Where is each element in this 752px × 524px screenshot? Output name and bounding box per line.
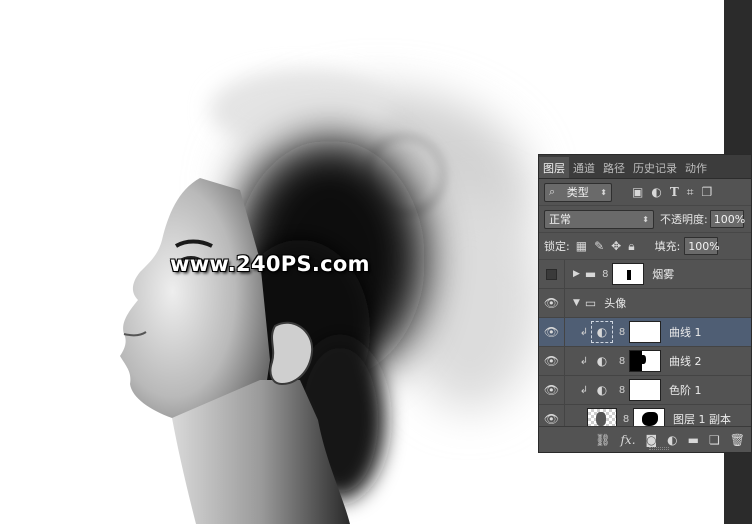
visibility-toggle[interactable]: 👁︎ [539,376,565,404]
group-mask-thumbnail[interactable] [612,263,645,285]
panel-tabbar: 图层 通道 路径 历史记录 动作 [539,155,751,179]
clip-arrow-icon: ↲ [579,384,589,396]
visibility-toggle[interactable]: 👁︎ [539,347,565,375]
layer-mask-thumbnail[interactable] [629,321,661,343]
folder-icon: ▭ [584,296,597,310]
smart-object-filter-icon[interactable]: ❐ [702,185,713,200]
filter-row: ⌕ 类型 ⬍ ▣ ◐ T ⌗ ❐ [539,179,751,206]
new-layer-icon[interactable]: ❏ [709,433,720,447]
opacity-label: 不透明度: [660,213,708,226]
resize-grip[interactable] [649,447,669,450]
layer-row-portrait[interactable]: 👁︎ ▼ ▭ 头像 [539,289,751,318]
expanded-arrow-icon[interactable]: ▼ [573,298,580,308]
clip-arrow-icon: ↲ [579,355,589,367]
filter-type-dropdown[interactable]: ⌕ 类型 ⬍ [544,182,612,202]
eye-icon: 👁︎ [543,412,560,426]
visibility-toggle[interactable] [539,260,565,288]
layer-name: 曲线 1 [669,326,702,339]
curves-adjustment-icon[interactable]: ◐ [591,321,613,343]
updown-arrows-icon: ⬍ [642,214,649,224]
layer-name: 图层 1 副本 [673,413,731,426]
visibility-toggle[interactable]: 👁︎ [539,289,565,317]
layers-list: ▶ ▬ 8 烟雾 👁︎ ▼ ▭ 头像 👁︎ ↲ ◐ 8 曲线 1 👁︎ ↲ ◐ … [539,260,751,434]
layer-row-curves-2[interactable]: 👁︎ ↲ ◐ 8 曲线 2 [539,347,751,376]
shape-filter-icon[interactable]: ⌗ [687,185,694,200]
eye-icon: 👁︎ [543,296,560,310]
text-filter-icon[interactable]: T [670,185,679,200]
blend-mode-dropdown[interactable]: 正常 ⬍ [544,209,654,229]
trash-icon[interactable]: 🗑︎ [730,433,745,447]
filter-type-label: 类型 [566,186,589,199]
panel-footer: ⛓︎ fx. ◙ ◐ ▬ ❏ 🗑︎ [539,426,751,452]
updown-arrows-icon: ⬍ [600,187,607,197]
layer-mask-thumbnail[interactable] [629,350,661,372]
search-icon: ⌕ [549,185,556,198]
curves-adjustment-icon[interactable]: ◐ [591,350,613,372]
folder-icon: ▬ [584,267,597,281]
opacity-input[interactable]: 100% [709,210,745,228]
link-icon: 8 [618,355,626,367]
watermark-text: www.240PS.com [170,252,370,276]
layer-row-smoke[interactable]: ▶ ▬ 8 烟雾 [539,260,751,289]
link-icon: 8 [602,268,609,280]
image-filter-icon[interactable]: ▣ [632,185,643,200]
fx-icon[interactable]: fx. [620,433,635,447]
tab-paths[interactable]: 路径 [599,157,629,178]
tab-actions[interactable]: 动作 [681,157,711,178]
eye-icon: 👁︎ [543,354,560,368]
layer-name: 曲线 2 [669,355,702,368]
eye-icon: 👁︎ [543,325,560,339]
visibility-toggle[interactable]: 👁︎ [539,318,565,346]
hidden-eye-icon [546,268,557,280]
lock-position-icon[interactable]: ✥ [611,239,621,253]
new-adjustment-icon[interactable]: ◐ [667,433,677,447]
lock-all-icon[interactable]: 🔒︎ [628,239,634,254]
tab-channels[interactable]: 通道 [569,157,599,178]
layer-name: 色阶 1 [669,384,702,397]
tab-layers[interactable]: 图层 [539,157,569,178]
lock-label: 锁定: [544,240,570,253]
lock-transparent-icon[interactable]: ▦ [576,239,587,253]
blend-mode-value: 正常 [549,213,571,226]
layer-row-curves-1[interactable]: 👁︎ ↲ ◐ 8 曲线 1 [539,318,751,347]
layer-name: 头像 [604,297,627,310]
layer-mask-thumbnail[interactable] [629,379,661,401]
eye-icon: 👁︎ [543,383,560,397]
tab-history[interactable]: 历史记录 [629,157,681,178]
link-layers-icon[interactable]: ⛓︎ [595,433,610,447]
fill-input[interactable]: 100% [684,237,720,255]
lock-pixels-icon[interactable]: ✎ [594,239,604,253]
lock-row: 锁定: ▦ ✎ ✥ 🔒︎ 填充: 100% [539,233,751,260]
layer-row-levels-1[interactable]: 👁︎ ↲ ◐ 8 色阶 1 [539,376,751,405]
adjustment-filter-icon[interactable]: ◐ [651,185,661,200]
levels-adjustment-icon[interactable]: ◐ [591,379,613,401]
collapsed-arrow-icon[interactable]: ▶ [573,269,580,279]
fill-label: 填充: [654,240,681,253]
link-icon: 8 [622,413,630,425]
layer-name: 烟雾 [652,268,675,281]
new-group-icon[interactable]: ▬ [688,433,699,447]
clip-arrow-icon: ↲ [579,326,589,338]
link-icon: 8 [618,384,626,396]
blend-row: 正常 ⬍ 不透明度: 100% [539,206,751,233]
link-icon: 8 [618,326,626,338]
add-mask-icon[interactable]: ◙ [646,433,658,447]
layers-panel: 图层 通道 路径 历史记录 动作 ⌕ 类型 ⬍ ▣ ◐ T ⌗ ❐ 正常 ⬍ 不… [538,154,752,453]
